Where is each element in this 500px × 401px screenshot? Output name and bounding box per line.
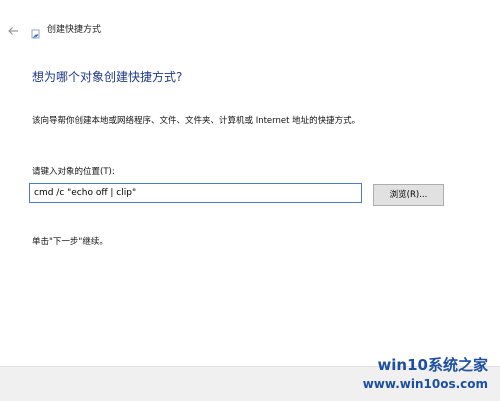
page-heading: 想为哪个对象创建快捷方式? [32, 70, 183, 84]
back-arrow-icon[interactable] [6, 24, 20, 38]
site-watermark-logo: win10系统之家 www.win10os.com [340, 354, 490, 399]
create-shortcut-wizard: 创建快捷方式 想为哪个对象创建快捷方式? 该向导帮你创建本地或网络程序、文件、文… [0, 0, 500, 401]
browse-button[interactable]: 浏览(R)... [373, 184, 444, 206]
window-title: 创建快捷方式 [47, 25, 102, 35]
location-input[interactable] [29, 183, 362, 203]
next-hint: 单击"下一步"继续。 [32, 237, 108, 247]
wizard-description: 该向导帮你创建本地或网络程序、文件、文件夹、计算机或 Internet 地址的快… [32, 116, 361, 126]
shortcut-wizard-icon [30, 25, 42, 39]
watermark-line2: www.win10os.com [362, 377, 488, 391]
watermark-line1: win10系统之家 [377, 356, 488, 374]
wizard-header: 创建快捷方式 [0, 22, 500, 48]
location-label: 请键入对象的位置(T): [32, 167, 115, 177]
